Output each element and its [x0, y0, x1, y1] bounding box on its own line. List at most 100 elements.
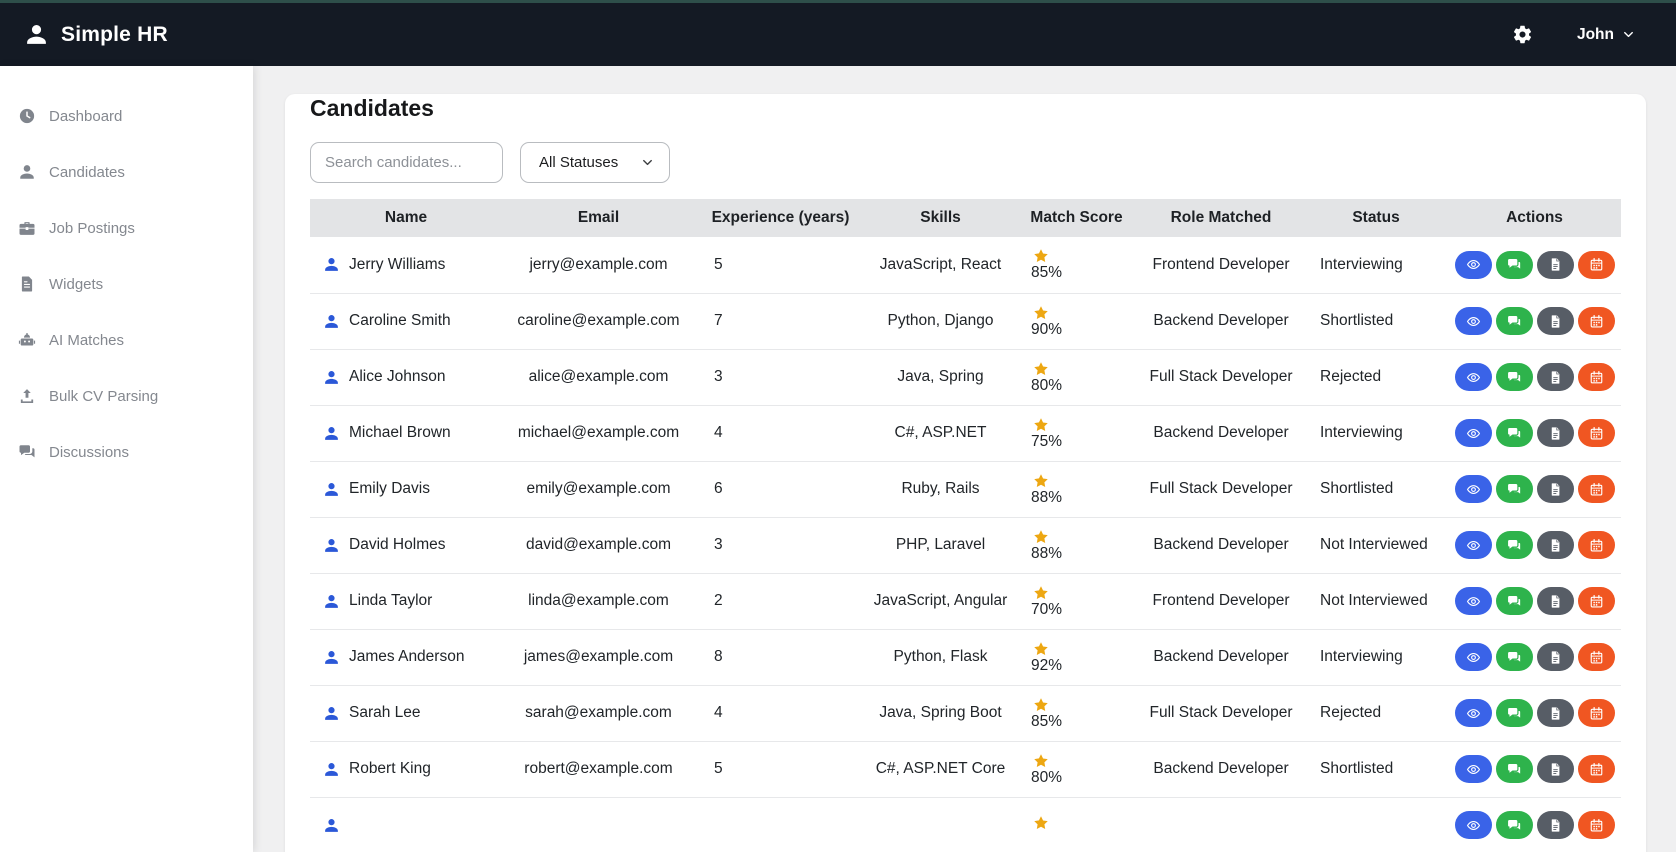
view-button[interactable] [1455, 531, 1492, 559]
eye-icon [1466, 594, 1481, 609]
message-button[interactable] [1496, 251, 1533, 279]
view-button[interactable] [1455, 475, 1492, 503]
sidebar-item-discussions[interactable]: Discussions [0, 424, 253, 480]
view-button[interactable] [1455, 419, 1492, 447]
schedule-button[interactable] [1578, 699, 1615, 727]
table-row: Jerry Williamsjerry@example.com5JavaScri… [310, 237, 1621, 293]
cv-button[interactable] [1537, 251, 1574, 279]
candidate-name: Linda Taylor [349, 592, 432, 610]
message-button[interactable] [1496, 363, 1533, 391]
view-button[interactable] [1455, 811, 1492, 839]
cell-name [310, 797, 502, 852]
message-button[interactable] [1496, 587, 1533, 615]
cell-role-matched: Full Stack Developer [1138, 461, 1304, 517]
sidebar-item-widgets[interactable]: Widgets [0, 256, 253, 312]
message-button[interactable] [1496, 531, 1533, 559]
column-header-actions: Actions [1448, 199, 1621, 237]
cell-status: Interviewing [1304, 405, 1448, 461]
status-filter-select[interactable]: All Statuses [520, 142, 670, 183]
cell-actions [1448, 349, 1621, 405]
schedule-button[interactable] [1578, 307, 1615, 335]
schedule-button[interactable] [1578, 811, 1615, 839]
cell-email: alice@example.com [502, 349, 695, 405]
cell-actions [1448, 741, 1621, 797]
message-button[interactable] [1496, 419, 1533, 447]
cv-button[interactable] [1537, 475, 1574, 503]
sidebar-item-label: Discussions [49, 444, 129, 461]
column-header-skills: Skills [866, 199, 1015, 237]
view-button[interactable] [1455, 251, 1492, 279]
sidebar-item-label: Bulk CV Parsing [49, 388, 158, 405]
view-button[interactable] [1455, 755, 1492, 783]
sidebar-item-dashboard[interactable]: Dashboard [0, 88, 253, 144]
view-button[interactable] [1455, 307, 1492, 335]
cell-match-score: 85% [1015, 237, 1138, 293]
person-icon [323, 425, 340, 442]
cell-match-score: 80% [1015, 741, 1138, 797]
cell-role-matched: Frontend Developer [1138, 237, 1304, 293]
sidebar-item-ai-matches[interactable]: AI Matches [0, 312, 253, 368]
match-score-value: 70% [1031, 601, 1062, 618]
table-row: Emily Davisemily@example.com6Ruby, Rails… [310, 461, 1621, 517]
message-button[interactable] [1496, 307, 1533, 335]
gear-icon[interactable] [1512, 24, 1533, 45]
cv-button[interactable] [1537, 531, 1574, 559]
cv-button[interactable] [1537, 363, 1574, 391]
cv-button[interactable] [1537, 419, 1574, 447]
schedule-button[interactable] [1578, 419, 1615, 447]
schedule-button[interactable] [1578, 531, 1615, 559]
cell-skills: Ruby, Rails [866, 461, 1015, 517]
sidebar-item-candidates[interactable]: Candidates [0, 144, 253, 200]
schedule-button[interactable] [1578, 643, 1615, 671]
sidebar-item-job-postings[interactable]: Job Postings [0, 200, 253, 256]
cell-experience: 3 [695, 517, 866, 573]
schedule-button[interactable] [1578, 251, 1615, 279]
search-input[interactable] [310, 142, 503, 183]
cell-match-score: 70% [1015, 573, 1138, 629]
message-button[interactable] [1496, 643, 1533, 671]
schedule-button[interactable] [1578, 755, 1615, 783]
calendar-icon [1589, 594, 1604, 609]
user-menu[interactable]: John [1577, 26, 1636, 44]
view-button[interactable] [1455, 363, 1492, 391]
eye-icon [1466, 257, 1481, 272]
candidate-name: Michael Brown [349, 424, 451, 442]
clock-icon [18, 107, 36, 125]
cell-status: Shortlisted [1304, 461, 1448, 517]
sidebar-item-label: Candidates [49, 164, 125, 181]
cv-button[interactable] [1537, 699, 1574, 727]
candidate-name: David Holmes [349, 536, 445, 554]
cv-button[interactable] [1537, 811, 1574, 839]
message-button[interactable] [1496, 811, 1533, 839]
view-button[interactable] [1455, 587, 1492, 615]
brand[interactable]: Simple HR [24, 22, 168, 47]
schedule-button[interactable] [1578, 587, 1615, 615]
view-button[interactable] [1455, 643, 1492, 671]
main-content: Candidates All Statuses NameEmailExperie… [253, 66, 1676, 852]
file-text-icon [1548, 650, 1563, 665]
schedule-button[interactable] [1578, 475, 1615, 503]
message-button[interactable] [1496, 475, 1533, 503]
cell-status: Interviewing [1304, 237, 1448, 293]
cell-skills: PHP, Laravel [866, 517, 1015, 573]
message-button[interactable] [1496, 699, 1533, 727]
cv-button[interactable] [1537, 587, 1574, 615]
person-icon [24, 22, 49, 47]
cell-role-matched: Full Stack Developer [1138, 349, 1304, 405]
file-text-icon [1548, 482, 1563, 497]
sidebar-item-bulk-cv-parsing[interactable]: Bulk CV Parsing [0, 368, 253, 424]
cell-name: David Holmes [310, 517, 502, 573]
person-icon [323, 593, 340, 610]
cell-match-score [1015, 797, 1138, 852]
star-icon [1033, 248, 1049, 264]
message-button[interactable] [1496, 755, 1533, 783]
view-button[interactable] [1455, 699, 1492, 727]
calendar-icon [1589, 426, 1604, 441]
cv-button[interactable] [1537, 307, 1574, 335]
cv-button[interactable] [1537, 643, 1574, 671]
cv-button[interactable] [1537, 755, 1574, 783]
schedule-button[interactable] [1578, 363, 1615, 391]
cell-email: caroline@example.com [502, 293, 695, 349]
cell-email: james@example.com [502, 629, 695, 685]
person-icon [323, 761, 340, 778]
